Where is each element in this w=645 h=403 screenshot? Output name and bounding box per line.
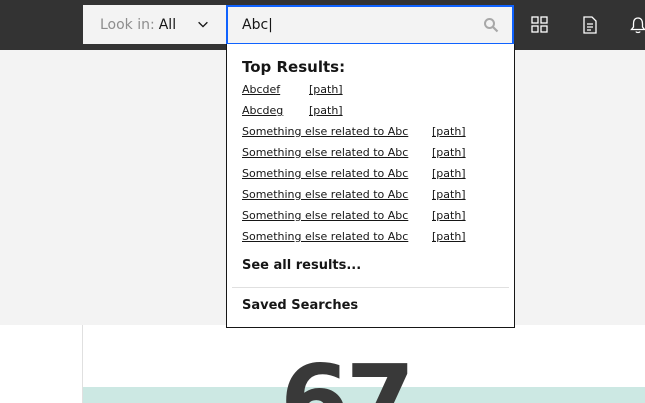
scope-dropdown[interactable]: Look in: All (83, 5, 226, 44)
result-path-link[interactable]: [path] (309, 83, 343, 96)
result-path-link[interactable]: [path] (432, 209, 466, 222)
chevron-down-icon (198, 21, 208, 28)
search-input[interactable] (228, 7, 468, 43)
result-path-link[interactable]: [path] (432, 230, 466, 243)
result-link[interactable]: Abcdeg (242, 104, 283, 117)
top-results-heading: Top Results: (242, 58, 346, 76)
grid-apps-icon[interactable] (531, 16, 549, 34)
result-path-link[interactable]: [path] (432, 125, 466, 138)
result-path-link[interactable]: [path] (309, 104, 343, 117)
result-path-link[interactable]: [path] (432, 146, 466, 159)
result-link[interactable]: Abcdef (242, 83, 280, 96)
see-all-results-link[interactable]: See all results... (242, 258, 361, 273)
search-box[interactable] (226, 5, 514, 45)
search-results-dropdown: Top Results: Abcdef [path] Abcdeg [path]… (226, 44, 515, 328)
saved-searches-link[interactable]: Saved Searches (242, 298, 358, 313)
scope-value: All (158, 16, 177, 33)
result-link[interactable]: Something else related to Abc (242, 230, 408, 243)
search-icon[interactable] (483, 17, 499, 33)
divider (232, 287, 509, 288)
document-icon[interactable] (581, 16, 599, 34)
big-metric-number: 67 (280, 352, 411, 403)
result-path-link[interactable]: [path] (432, 188, 466, 201)
result-link[interactable]: Something else related to Abc (242, 167, 408, 180)
notification-bell-icon[interactable] (629, 16, 645, 34)
scope-label: Look in: (100, 16, 155, 33)
top-header-bar: Look in: All (0, 0, 645, 50)
result-link[interactable]: Something else related to Abc (242, 125, 408, 138)
result-path-link[interactable]: [path] (432, 167, 466, 180)
result-link[interactable]: Something else related to Abc (242, 146, 408, 159)
result-link[interactable]: Something else related to Abc (242, 209, 408, 222)
result-link[interactable]: Something else related to Abc (242, 188, 408, 201)
